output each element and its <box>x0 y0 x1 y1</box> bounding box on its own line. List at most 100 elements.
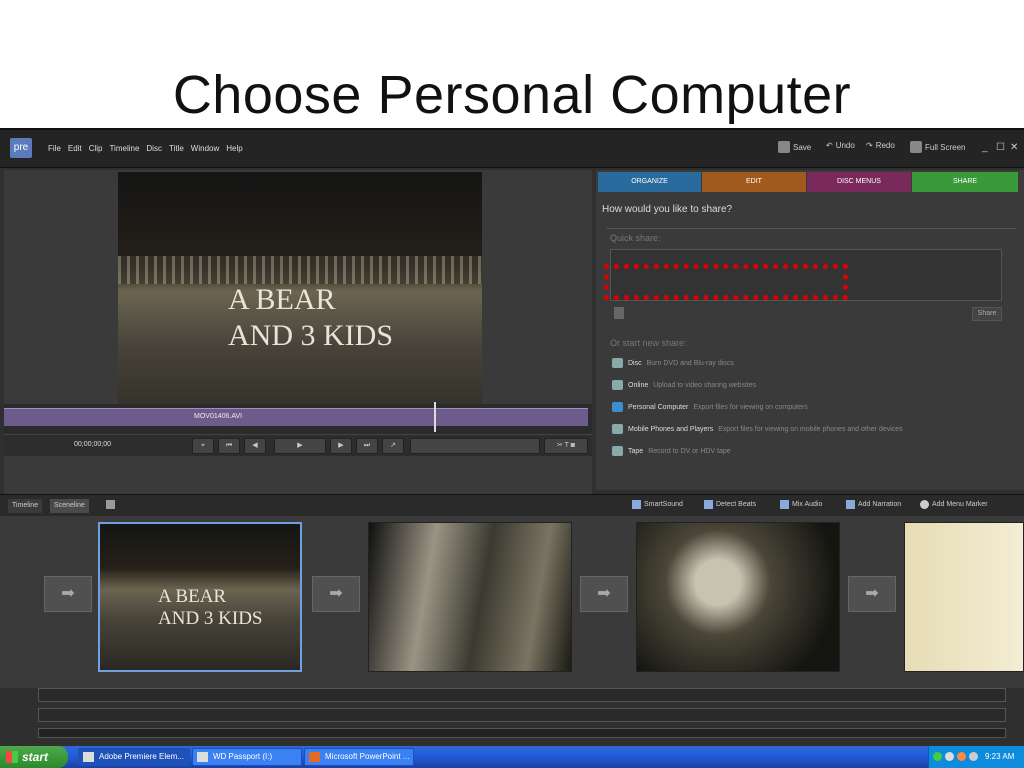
task-powerpoint[interactable]: Microsoft PowerPoint ... <box>304 748 414 766</box>
share-question: How would you like to share? <box>602 204 733 215</box>
redo-icon: ↷ <box>866 141 873 150</box>
premiere-icon <box>83 752 94 762</box>
menu-help[interactable]: Help <box>226 144 242 153</box>
tray-icon-4[interactable] <box>969 752 978 761</box>
video-overlay-line2: AND 3 KIDS <box>228 319 393 352</box>
premiere-elements-window: pre File Edit Clip Timeline Disc Title W… <box>0 128 1024 746</box>
menu-title[interactable]: Title <box>169 144 184 153</box>
menu-bar: pre File Edit Clip Timeline Disc Title W… <box>0 130 1024 168</box>
menu-file[interactable]: File <box>48 144 61 153</box>
play-icon[interactable]: ▶ <box>274 438 326 454</box>
smartsound-button[interactable]: SmartSound <box>632 500 683 509</box>
tab-sceneline[interactable]: Sceneline <box>50 499 89 513</box>
narration-track[interactable] <box>38 688 1006 702</box>
close-button[interactable]: ✕ <box>1010 142 1018 153</box>
undo-icon: ↶ <box>826 141 833 150</box>
tray-icon-1[interactable] <box>933 752 942 761</box>
redo-button[interactable]: ↷ Redo <box>866 141 895 150</box>
transition-slot-1[interactable]: ➡ <box>44 576 92 612</box>
detect-beats-button[interactable]: Detect Beats <box>704 500 756 509</box>
step-back-icon[interactable]: ◀ <box>244 438 266 454</box>
clip-name: MOV01406.AVI <box>194 413 243 420</box>
horizontal-scrollbar[interactable] <box>38 728 1006 738</box>
app-logo: pre <box>10 138 32 158</box>
share-option-mobile[interactable]: Mobile Phones and Players Export files f… <box>612 422 903 436</box>
personal-computer-highlight <box>604 264 848 300</box>
menu-edit[interactable]: Edit <box>68 144 82 153</box>
share-option-tape[interactable]: Tape Record to DV or HDV tape <box>612 444 731 458</box>
jog-slider[interactable] <box>410 438 540 454</box>
microphone-icon <box>846 500 855 509</box>
scene-clip-1[interactable]: A BEAR AND 3 KIDS <box>98 522 302 672</box>
soundtrack-track[interactable] <box>38 708 1006 722</box>
transition-slot-4[interactable]: ➡ <box>848 576 896 612</box>
timecode: 00;00;00;00 <box>74 441 111 448</box>
tab-edit[interactable]: EDIT <box>702 172 806 192</box>
lower-toolbar: Timeline Sceneline SmartSound Detect Bea… <box>0 494 1024 516</box>
trash-icon[interactable] <box>614 307 624 319</box>
mix-audio-button[interactable]: Mix Audio <box>780 500 822 509</box>
share-panel: ORGANIZE EDIT DISC MENUS SHARE How would… <box>596 170 1024 490</box>
split-button[interactable]: ⌖ <box>192 438 214 454</box>
add-narration-button[interactable]: Add Narration <box>846 500 901 509</box>
playback-controls: 00;00;00;00 ⌖ ⏮ ◀ ▶ ▶ ⏭ ↗ ✂ T ◙ <box>4 434 592 456</box>
system-tray: 9:23 AM <box>928 746 1024 768</box>
windows-flag-icon <box>6 751 18 763</box>
menu-disc[interactable]: Disc <box>146 144 162 153</box>
menu-timeline[interactable]: Timeline <box>109 144 139 153</box>
marker-icon <box>920 500 929 509</box>
go-end-icon[interactable]: ⏭ <box>356 438 378 454</box>
drive-icon <box>197 752 208 762</box>
sceneline-options-icon[interactable] <box>106 500 115 509</box>
new-share-label: Or start new share: <box>610 338 687 348</box>
tray-icon-2[interactable] <box>945 752 954 761</box>
globe-icon <box>612 380 623 390</box>
video-overlay-title: A BEAR AND 3 KIDS <box>228 282 393 354</box>
menu-window[interactable]: Window <box>191 144 219 153</box>
scene-clip-2[interactable] <box>368 522 572 672</box>
share-option-personal-computer[interactable]: Personal Computer Export files for viewi… <box>612 400 808 414</box>
maximize-button[interactable]: ☐ <box>996 142 1005 153</box>
go-start-icon[interactable]: ⏮ <box>218 438 240 454</box>
transition-slot-3[interactable]: ➡ <box>580 576 628 612</box>
scissors-text-camera-icons[interactable]: ✂ T ◙ <box>544 438 588 454</box>
undo-button[interactable]: ↶ Undo <box>826 141 855 150</box>
clock: 9:23 AM <box>985 752 1015 761</box>
shuttle-icon[interactable]: ↗ <box>382 438 404 454</box>
step-forward-icon[interactable]: ▶ <box>330 438 352 454</box>
phone-icon <box>612 424 623 434</box>
minimize-button[interactable]: _ <box>982 142 988 153</box>
playhead[interactable] <box>434 402 436 432</box>
task-premiere[interactable]: Adobe Premiere Elem... <box>78 748 190 766</box>
sceneline-panel: ➡ A BEAR AND 3 KIDS ➡ ➡ ➡ <box>0 516 1024 688</box>
tab-timeline[interactable]: Timeline <box>8 499 43 513</box>
scene-clip-4[interactable] <box>904 522 1024 672</box>
clip-bar[interactable]: MOV01406.AVI <box>4 408 588 426</box>
windows-taskbar: start Adobe Premiere Elem... WD Passport… <box>0 746 1024 768</box>
tab-share[interactable]: SHARE <box>912 172 1018 192</box>
add-menu-marker-button[interactable]: Add Menu Marker <box>920 500 988 509</box>
music-note-icon <box>632 500 641 509</box>
share-button[interactable]: Share <box>972 307 1002 321</box>
transition-slot-2[interactable]: ➡ <box>312 576 360 612</box>
tab-organize[interactable]: ORGANIZE <box>598 172 701 192</box>
tape-icon <box>612 446 623 456</box>
video-scenery <box>118 256 482 284</box>
menu-clip[interactable]: Clip <box>89 144 103 153</box>
scene-clip-1-title: A BEAR AND 3 KIDS <box>158 586 263 629</box>
fullscreen-button[interactable]: Full Screen <box>910 141 965 153</box>
video-preview[interactable]: A BEAR AND 3 KIDS <box>118 172 482 438</box>
share-option-disc[interactable]: Disc Burn DVD and Blu-ray discs <box>612 356 734 370</box>
computer-icon <box>612 402 623 412</box>
tab-disc-menus[interactable]: DISC MENUS <box>807 172 911 192</box>
slide-title: Choose Personal Computer <box>172 65 852 125</box>
scene-clip-3[interactable] <box>636 522 840 672</box>
tray-icon-3[interactable] <box>957 752 966 761</box>
task-wd-passport[interactable]: WD Passport (I:) <box>192 748 302 766</box>
beats-icon <box>704 500 713 509</box>
share-option-online[interactable]: Online Upload to video sharing websites <box>612 378 756 392</box>
save-button[interactable]: Save <box>778 141 811 153</box>
start-button[interactable]: start <box>0 746 68 768</box>
disc-icon <box>612 358 623 368</box>
mixer-icon <box>780 500 789 509</box>
